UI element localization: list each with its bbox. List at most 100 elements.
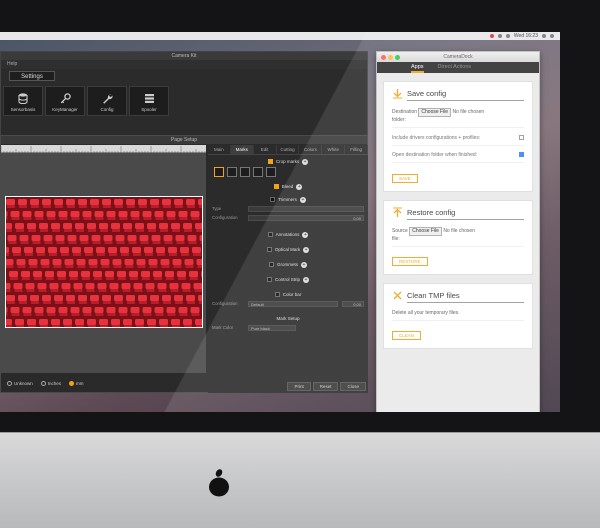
- toolbar-label: Sensorbasis: [10, 107, 36, 112]
- toolbar-label: KeyManager: [52, 107, 78, 112]
- tab-filling[interactable]: Filling: [345, 145, 369, 154]
- close-window-icon[interactable]: [381, 55, 386, 60]
- expand-icon[interactable]: +: [299, 196, 306, 203]
- expand-icon[interactable]: +: [301, 261, 307, 268]
- dock-tabs: Apps Direct Actions: [377, 62, 539, 73]
- desktop-screen: Wed 16:23 Camera Kit Help Settings Senso…: [0, 32, 560, 412]
- configuration-field: Configuration 0,00: [208, 213, 368, 222]
- toolbar-label: Config: [100, 107, 114, 112]
- wifi-icon[interactable]: [497, 34, 502, 38]
- crop-marks-section[interactable]: Crop marks +: [208, 157, 368, 166]
- preview-canvas: [1, 153, 206, 373]
- keymanager-button[interactable]: KeyManager: [45, 86, 85, 116]
- mark-color-select[interactable]: Pure black: [248, 324, 296, 331]
- clean-tmp-card: Clean TMP files Delete all your temporar…: [383, 283, 533, 349]
- tab-cutting[interactable]: Cutting: [277, 145, 300, 154]
- menu-icon[interactable]: [550, 34, 554, 38]
- minimize-window-icon[interactable]: [388, 55, 393, 60]
- menubar-clock[interactable]: Wed 16:23: [514, 33, 538, 39]
- expand-icon[interactable]: +: [296, 183, 303, 190]
- expand-icon[interactable]: +: [303, 246, 310, 253]
- dock-titlebar: CameraDock: [377, 52, 539, 62]
- page-setup-window: Page Setup Unknown Inches mm Main Marks …: [0, 135, 369, 393]
- page-setup-buttons: Print Reset Close: [287, 382, 366, 391]
- checkbox-icon: [270, 197, 276, 202]
- database-icon: [17, 93, 29, 104]
- battery-icon[interactable]: [505, 34, 510, 38]
- menu-help[interactable]: Help: [1, 60, 367, 69]
- stadium-seats-image: [6, 197, 202, 327]
- units-selector: Unknown Inches mm: [1, 374, 206, 392]
- restore-button[interactable]: RESTORE: [392, 257, 428, 266]
- configuration-input[interactable]: 0,00: [248, 214, 364, 221]
- checkbox-icon: [273, 184, 279, 189]
- trimmers-section[interactable]: Trimmers +: [208, 195, 368, 204]
- open-folder-checkbox[interactable]: [519, 152, 524, 157]
- tab-colors[interactable]: Colors: [299, 145, 323, 154]
- tab-direct-actions[interactable]: Direct Actions: [438, 62, 472, 73]
- annotations-section[interactable]: Annotations +: [208, 230, 368, 239]
- checkbox-icon: [266, 247, 272, 252]
- sensorbasis-button[interactable]: Sensorbasis: [3, 86, 43, 116]
- monitor-bezel: Wed 16:23 Camera Kit Help Settings Senso…: [0, 0, 600, 440]
- ruler: [1, 145, 206, 153]
- tab-marks[interactable]: Marks: [230, 145, 254, 154]
- print-button[interactable]: Print: [287, 382, 311, 391]
- expand-icon[interactable]: +: [302, 158, 309, 165]
- checkbox-icon: [267, 159, 273, 164]
- unit-radio-mm[interactable]: mm: [69, 380, 84, 386]
- tab-main[interactable]: Main: [208, 145, 231, 154]
- unit-radio-inches[interactable]: Inches: [40, 380, 61, 386]
- config-button[interactable]: Config: [87, 86, 127, 116]
- unit-radio-unknown[interactable]: Unknown: [7, 380, 33, 386]
- main-toolbar: Sensorbasis KeyManager Config Spooler: [1, 86, 169, 116]
- checkbox-icon: [266, 277, 272, 282]
- clean-button[interactable]: CLEAN: [392, 331, 422, 340]
- save-config-title: Save config: [407, 89, 524, 101]
- expand-icon[interactable]: +: [302, 231, 309, 238]
- close-button[interactable]: Close: [340, 382, 366, 391]
- choose-file-button[interactable]: Choose File: [418, 108, 452, 117]
- control-strip-section[interactable]: Control Strip +: [208, 275, 368, 284]
- download-arrow-icon: [392, 86, 403, 104]
- record-icon[interactable]: [489, 34, 494, 38]
- save-button[interactable]: SAVE: [392, 174, 418, 183]
- crop-style-icon[interactable]: [240, 167, 250, 177]
- checkbox-icon: [268, 262, 274, 267]
- checkbox-icon: [274, 292, 280, 297]
- search-icon[interactable]: [542, 34, 546, 38]
- crop-style-icon[interactable]: [227, 167, 237, 177]
- window-title: Camera Kit: [1, 52, 367, 60]
- configuration2-input[interactable]: 0,00: [342, 300, 364, 307]
- configuration2-select[interactable]: Default: [248, 300, 338, 307]
- optical-mark-section[interactable]: Optical Mark +: [208, 245, 368, 254]
- crop-style-icon[interactable]: [214, 167, 224, 177]
- open-folder-option: Open destination folder when finished:: [392, 150, 524, 159]
- tab-apps[interactable]: Apps: [411, 62, 424, 73]
- key-icon: [59, 93, 71, 104]
- tab-white[interactable]: White: [322, 145, 346, 154]
- brand-logo-icon: [209, 469, 229, 497]
- reset-button[interactable]: Reset: [312, 382, 339, 391]
- list-icon: [143, 93, 155, 104]
- bleed-section[interactable]: Bleed +: [208, 182, 368, 191]
- window-title: CameraDock: [443, 54, 473, 60]
- zoom-window-icon[interactable]: [395, 55, 400, 60]
- mark-color-field: Mark Color Pure black: [208, 323, 368, 332]
- spooler-button[interactable]: Spooler: [129, 86, 169, 116]
- expand-icon[interactable]: +: [303, 276, 309, 283]
- dock-content: Save config Destination Choose File No f…: [377, 73, 539, 412]
- save-config-card: Save config Destination Choose File No f…: [383, 81, 533, 192]
- crop-style-icon[interactable]: [253, 167, 263, 177]
- color-bar-section[interactable]: Color bar: [208, 290, 368, 299]
- include-drivers-checkbox[interactable]: [519, 135, 524, 140]
- type-select[interactable]: [248, 205, 364, 212]
- tab-edit[interactable]: Edit: [254, 145, 277, 154]
- grommets-section[interactable]: Grommets +: [208, 260, 368, 269]
- crop-style-icon[interactable]: [266, 167, 276, 177]
- page-setup-tabs: Main Marks Edit Cutting Colors White Fil…: [208, 145, 369, 155]
- tab-settings[interactable]: Settings: [9, 71, 55, 81]
- checkbox-icon: [267, 232, 273, 237]
- choose-file-button[interactable]: Choose File: [409, 227, 442, 236]
- preview-photo: [5, 196, 203, 328]
